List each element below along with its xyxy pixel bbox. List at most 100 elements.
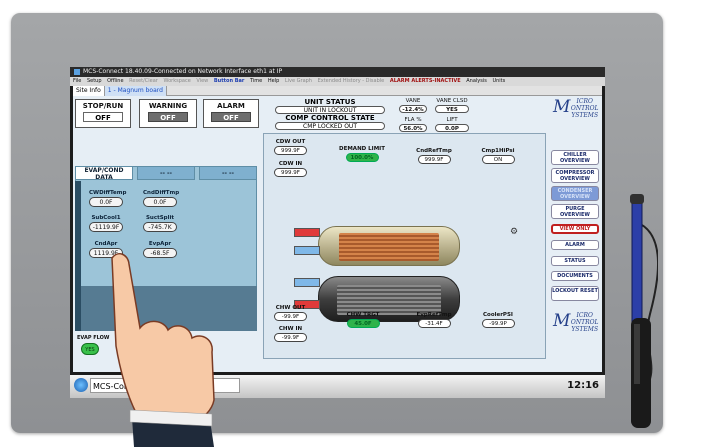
fla-reading: FLA % 56.0% bbox=[399, 117, 427, 132]
pointing-hand-icon bbox=[111, 253, 215, 447]
view-only-button[interactable]: VIEW ONLY bbox=[551, 224, 599, 234]
menu-setup[interactable]: Setup bbox=[87, 78, 102, 84]
cdw-out-value[interactable]: 999.9F bbox=[274, 146, 307, 155]
stylus-pen-icon bbox=[630, 194, 658, 428]
cdw-out-pipe bbox=[294, 228, 320, 237]
tab-magnum-board[interactable]: 1 - Magnum board bbox=[104, 86, 167, 96]
cooler-psi-label: CoolerPSI bbox=[483, 312, 513, 318]
cdw-in: CDW IN 999.9F bbox=[274, 161, 307, 177]
alarm-value[interactable]: OFF bbox=[211, 112, 251, 122]
alarm-label: ALARM bbox=[217, 102, 245, 110]
purge-overview-button[interactable]: PURGE OVERVIEW bbox=[551, 204, 599, 219]
chw-out: CHW OUT -99.9F bbox=[274, 305, 307, 321]
sub-cool-value[interactable]: -1119.9F bbox=[89, 222, 123, 232]
warning-label: WARNING bbox=[148, 102, 188, 110]
warning-panel: WARNING OFF bbox=[139, 99, 197, 128]
compressor-overview-button[interactable]: COMPRESSOR OVERVIEW bbox=[551, 168, 599, 183]
demand-limit-value[interactable]: 100.0% bbox=[345, 153, 379, 162]
cdw-out: CDW OUT 999.9F bbox=[274, 139, 307, 155]
lockout-reset-button[interactable]: LOCKOUT RESET bbox=[551, 286, 599, 301]
tab-site-info[interactable]: Site Info bbox=[73, 86, 105, 96]
cdw-in-label: CDW IN bbox=[278, 161, 303, 167]
cdw-out-label: CDW OUT bbox=[275, 139, 306, 145]
evp-apr-label: EvpApr bbox=[148, 241, 172, 247]
lift-value[interactable]: 0.0P bbox=[435, 124, 469, 132]
menu-extended-history[interactable]: Extended History - Disable bbox=[318, 78, 385, 84]
menu-units[interactable]: Units bbox=[492, 78, 505, 84]
menu-help[interactable]: Help bbox=[268, 78, 279, 84]
menu-file[interactable]: File bbox=[73, 78, 81, 84]
chw-out-value[interactable]: -99.9F bbox=[274, 312, 307, 321]
chw-in: CHW IN -99.9F bbox=[274, 326, 307, 342]
cmp1-hi-psi-value[interactable]: ON bbox=[481, 155, 515, 164]
chw-trgt: CHW TRGT 45.0F bbox=[342, 312, 384, 328]
cmp1-hi-psi-label: Cmp1HiPsi bbox=[481, 148, 515, 154]
evp-ref-tmp-label: EvpRefTmp bbox=[416, 312, 452, 318]
vane-reading: VANE -12.4% bbox=[399, 98, 427, 113]
vane-clsd-value[interactable]: YES bbox=[435, 105, 469, 113]
chw-trgt-value[interactable]: 45.0F bbox=[346, 319, 380, 328]
comp-control-value: CMP LOCKED OUT bbox=[275, 122, 385, 130]
chiller-overview-button[interactable]: CHILLER OVERVIEW bbox=[551, 150, 599, 165]
cdw-in-pipe bbox=[294, 246, 320, 255]
menu-offline[interactable]: Offline bbox=[107, 78, 123, 84]
menu-bar: File Setup Offline Reset/Clear Workspace… bbox=[70, 77, 605, 86]
chiller-diagram-panel: CDW OUT 999.9F CDW IN 999.9F DEMAND LIMI… bbox=[263, 133, 546, 359]
warning-value[interactable]: OFF bbox=[148, 112, 188, 122]
status-button[interactable]: STATUS bbox=[551, 256, 599, 266]
vane-label: VANE bbox=[405, 98, 421, 104]
evp-ref-tmp: EvpRefTmp -31.4F bbox=[414, 312, 454, 328]
menu-view[interactable]: View bbox=[196, 78, 208, 84]
demand-limit: DEMAND LIMIT 100.0% bbox=[334, 146, 390, 162]
cnd-ref-tmp-value[interactable]: 999.9F bbox=[417, 155, 451, 164]
alarm-panel: ALARM OFF bbox=[203, 99, 259, 128]
menu-button-bar[interactable]: Button Bar bbox=[214, 78, 245, 84]
menu-live-graph[interactable]: Live Graph bbox=[285, 78, 312, 84]
evap-cond-panel-strip bbox=[75, 181, 81, 331]
documents-button[interactable]: DOCUMENTS bbox=[551, 271, 599, 281]
chw-in-value[interactable]: -99.9F bbox=[274, 333, 307, 342]
cnd-diff-tmp-label: CndDiffTmp bbox=[143, 190, 180, 196]
unit-status-label: UNIT STATUS bbox=[304, 98, 356, 106]
tab-empty-2[interactable]: -- -- bbox=[137, 166, 195, 180]
tab-row: Site Info 1 - Magnum board bbox=[73, 86, 602, 96]
cnd-ref-tmp: CndRefTmp 999.9F bbox=[414, 148, 454, 164]
cooler-psi-value[interactable]: -99.9P bbox=[481, 319, 515, 328]
mcs-logo-bottom: M ICRO ONTROL YSTEMS bbox=[553, 311, 599, 333]
menu-reset-clear[interactable]: Reset/Clear bbox=[129, 78, 158, 84]
lift-reading: LIFT 0.0P bbox=[435, 117, 469, 132]
menu-analysis[interactable]: Analysis bbox=[466, 78, 487, 84]
cw-diff-temp-label: CWDiffTemp bbox=[89, 190, 127, 196]
evaporator-tubes bbox=[337, 285, 441, 315]
menu-alarm-alerts[interactable]: ALARM ALERTS-INACTIVE bbox=[390, 78, 461, 84]
window-title: MCS-Connect 18.40.09-Connected on Networ… bbox=[83, 68, 283, 75]
cw-diff-temp: CWDiffTemp 0.0F bbox=[89, 190, 126, 207]
condenser-vessel bbox=[318, 226, 460, 266]
gear-icon[interactable]: ⚙ bbox=[510, 227, 518, 237]
vane-value[interactable]: -12.4% bbox=[399, 105, 427, 113]
chw-in-label: CHW IN bbox=[278, 326, 303, 332]
evp-ref-tmp-value[interactable]: -31.4F bbox=[417, 319, 451, 328]
menu-workspace[interactable]: Workspace bbox=[163, 78, 190, 84]
cdw-in-value[interactable]: 999.9F bbox=[274, 168, 307, 177]
suct-split: SuctSplit -745.7K bbox=[143, 215, 177, 232]
alarm-button[interactable]: ALARM bbox=[551, 240, 599, 250]
cw-diff-temp-value[interactable]: 0.0F bbox=[89, 197, 123, 207]
cooler-psi: CoolerPSI -99.9P bbox=[478, 312, 518, 328]
chw-in-pipe bbox=[294, 278, 320, 287]
comp-control-label: COMP CONTROL STATE bbox=[285, 114, 375, 122]
start-menu-icon[interactable] bbox=[74, 378, 88, 392]
tab-empty-3[interactable]: -- -- bbox=[199, 166, 257, 180]
suct-split-value[interactable]: -745.7K bbox=[143, 222, 177, 232]
app-icon bbox=[74, 68, 80, 75]
menu-time[interactable]: Time bbox=[250, 78, 262, 84]
cmp1-hi-psi: Cmp1HiPsi ON bbox=[478, 148, 518, 164]
suct-split-label: SuctSplit bbox=[145, 215, 175, 221]
fla-value[interactable]: 56.0% bbox=[399, 124, 427, 132]
sub-cool: SubCool1 -1119.9F bbox=[89, 215, 123, 232]
condenser-overview-button[interactable]: CONDENSER OVERVIEW bbox=[551, 186, 599, 201]
chw-trgt-label: CHW TRGT bbox=[346, 312, 380, 318]
stop-run-value[interactable]: OFF bbox=[83, 112, 123, 122]
tab-evap-cond-data[interactable]: EVAP/COND DATA bbox=[75, 166, 133, 181]
cnd-diff-tmp-value[interactable]: 0.0F bbox=[143, 197, 177, 207]
